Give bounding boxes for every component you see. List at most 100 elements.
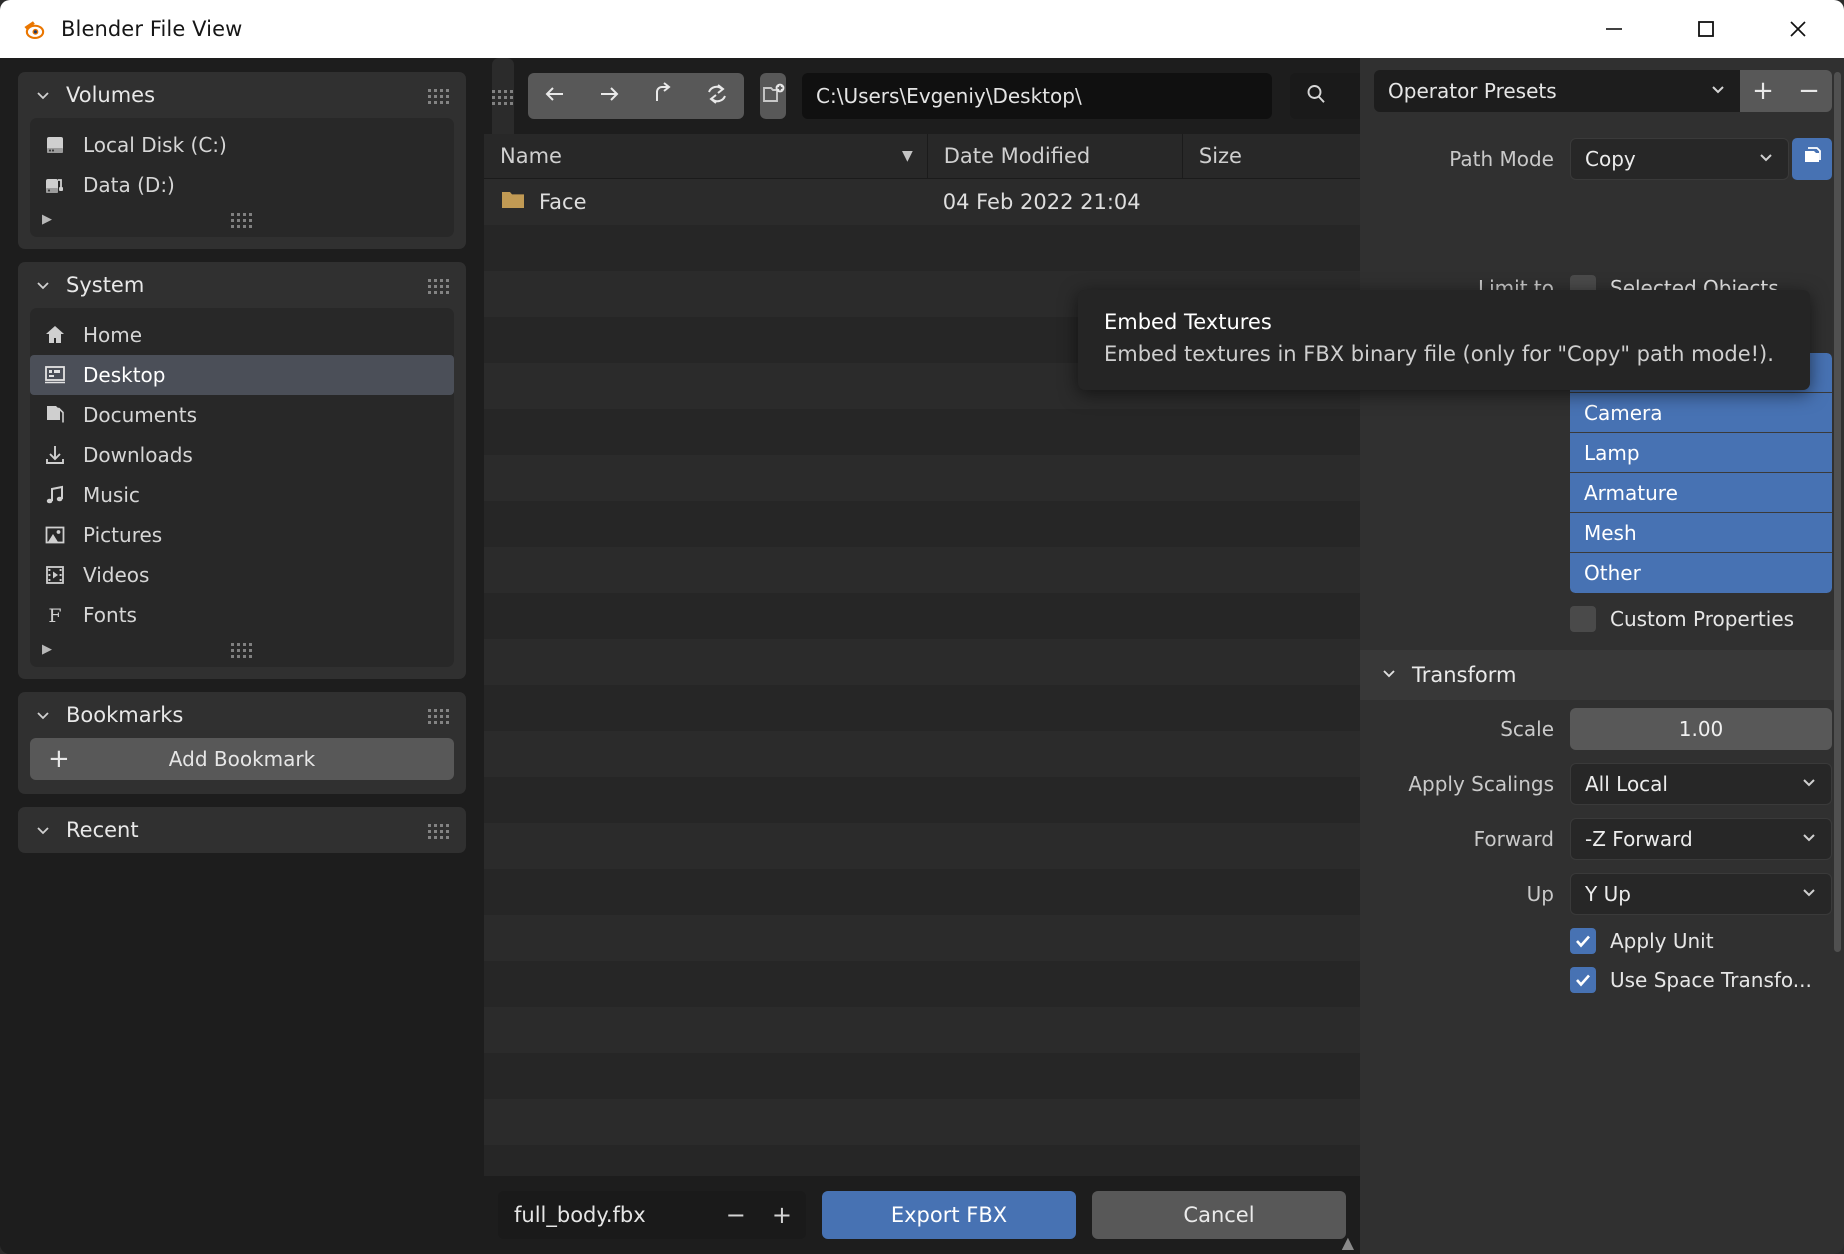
use-space-transform-row: Use Space Transfo... bbox=[1374, 967, 1832, 993]
refresh-button[interactable] bbox=[690, 73, 744, 119]
apply-unit-label: Apply Unit bbox=[1610, 929, 1714, 953]
close-button[interactable] bbox=[1752, 0, 1844, 58]
title-bar: Blender File View bbox=[0, 0, 1844, 58]
parent-directory-button[interactable] bbox=[636, 73, 690, 119]
transform-section-header[interactable]: Transform bbox=[1360, 650, 1844, 700]
music-note-icon bbox=[42, 482, 68, 508]
panel-bookmarks: Bookmarks + Add Bookmark bbox=[18, 692, 466, 794]
sidebar-item-data-d[interactable]: Data (D:) bbox=[30, 165, 454, 205]
resize-grip-icon[interactable] bbox=[231, 213, 253, 226]
sidebar-item-desktop[interactable]: Desktop bbox=[30, 355, 454, 395]
increment-button[interactable]: + bbox=[772, 1203, 792, 1227]
title-bar-left: Blender File View bbox=[0, 16, 242, 42]
expand-triangle-icon[interactable]: ▶ bbox=[42, 213, 52, 226]
sidebar-item-local-disk-c[interactable]: Local Disk (C:) bbox=[30, 125, 454, 165]
scale-slider[interactable]: 1.00 bbox=[1570, 708, 1832, 750]
embed-textures-toggle[interactable] bbox=[1792, 138, 1832, 180]
drag-grip-icon[interactable] bbox=[428, 824, 450, 837]
add-bookmark-label: Add Bookmark bbox=[30, 747, 454, 771]
column-header-date-modified[interactable]: Date Modified bbox=[927, 134, 1182, 178]
sidebar-item-label: Music bbox=[83, 483, 140, 507]
table-row[interactable]: Face 04 Feb 2022 21:04 bbox=[484, 179, 1360, 225]
object-type-camera[interactable]: Camera bbox=[1570, 393, 1832, 433]
apply-scalings-dropdown[interactable]: All Local bbox=[1570, 763, 1832, 805]
table-row-empty bbox=[484, 1053, 1360, 1099]
sidebar-item-documents[interactable]: Documents bbox=[30, 395, 454, 435]
hard-drive-icon bbox=[42, 132, 68, 158]
download-icon bbox=[42, 442, 68, 468]
sidebar-item-videos[interactable]: Videos bbox=[30, 555, 454, 595]
operator-presets-dropdown[interactable]: Operator Presets bbox=[1374, 70, 1740, 112]
sidebar-item-home[interactable]: Home bbox=[30, 315, 454, 355]
blender-file-view-window: Blender File View Volumes bbox=[0, 0, 1844, 1254]
drag-grip-icon[interactable] bbox=[428, 709, 450, 722]
table-row-empty bbox=[484, 869, 1360, 915]
object-type-armature[interactable]: Armature bbox=[1570, 473, 1832, 513]
volumes-header[interactable]: Volumes bbox=[18, 72, 466, 118]
forward-button[interactable] bbox=[582, 73, 636, 119]
table-row-empty bbox=[484, 1145, 1360, 1176]
filename-input[interactable]: full_body.fbx − + bbox=[498, 1191, 806, 1239]
custom-properties-checkbox[interactable] bbox=[1570, 606, 1596, 632]
add-bookmark-button[interactable]: + Add Bookmark bbox=[30, 738, 454, 780]
sidebar-item-music[interactable]: Music bbox=[30, 475, 454, 515]
system-header[interactable]: System bbox=[18, 262, 466, 308]
maximize-button[interactable] bbox=[1660, 0, 1752, 58]
table-row-empty bbox=[484, 823, 1360, 869]
file-name-cell: Face bbox=[484, 189, 927, 216]
up-dropdown[interactable]: Y Up bbox=[1570, 873, 1832, 915]
table-row-empty bbox=[484, 639, 1360, 685]
table-row-empty bbox=[484, 1099, 1360, 1145]
table-row-empty bbox=[484, 547, 1360, 593]
window-title: Blender File View bbox=[61, 17, 242, 41]
toolbar-grip-icon[interactable] bbox=[492, 58, 514, 134]
sidebar-item-label: Desktop bbox=[83, 363, 165, 387]
object-type-other[interactable]: Other bbox=[1570, 553, 1832, 593]
decrement-button[interactable]: − bbox=[726, 1203, 746, 1227]
recent-title: Recent bbox=[66, 818, 139, 842]
apply-unit-checkbox[interactable] bbox=[1570, 928, 1596, 954]
chevron-down-icon bbox=[34, 86, 52, 104]
object-type-lamp[interactable]: Lamp bbox=[1570, 433, 1832, 473]
drag-grip-icon[interactable] bbox=[428, 279, 450, 292]
export-fbx-button[interactable]: Export FBX bbox=[822, 1191, 1076, 1239]
add-preset-button[interactable]: + bbox=[1740, 70, 1786, 112]
use-space-transform-checkbox[interactable] bbox=[1570, 967, 1596, 993]
new-folder-button[interactable] bbox=[760, 73, 786, 119]
apply-scalings-label: Apply Scalings bbox=[1374, 772, 1570, 796]
up-label: Up bbox=[1374, 882, 1570, 906]
forward-dropdown[interactable]: -Z Forward bbox=[1570, 818, 1832, 860]
properties-scrollbar[interactable] bbox=[1834, 72, 1841, 952]
cancel-button[interactable]: Cancel bbox=[1092, 1191, 1346, 1239]
documents-icon bbox=[42, 402, 68, 428]
table-row-empty bbox=[484, 225, 1360, 271]
sidebar-item-downloads[interactable]: Downloads bbox=[30, 435, 454, 475]
path-mode-label: Path Mode bbox=[1374, 147, 1570, 171]
path-mode-row: Path Mode Copy bbox=[1374, 138, 1832, 180]
expand-triangle-icon[interactable]: ▶ bbox=[42, 643, 52, 656]
volumes-title: Volumes bbox=[66, 83, 155, 107]
tooltip-body: Embed textures in FBX binary file (only … bbox=[1104, 342, 1784, 366]
drag-grip-icon[interactable] bbox=[428, 89, 450, 102]
minimize-button[interactable] bbox=[1568, 0, 1660, 58]
back-button[interactable] bbox=[528, 73, 582, 119]
chevron-down-icon bbox=[1380, 663, 1398, 687]
object-type-mesh[interactable]: Mesh bbox=[1570, 513, 1832, 553]
table-row-empty bbox=[484, 731, 1360, 777]
resize-grip-icon[interactable] bbox=[231, 643, 253, 656]
table-row-empty bbox=[484, 1007, 1360, 1053]
path-mode-dropdown[interactable]: Copy bbox=[1570, 138, 1789, 180]
column-header-name[interactable]: Name ▼ bbox=[484, 134, 927, 178]
column-header-size[interactable]: Size bbox=[1182, 134, 1360, 178]
operator-presets-row: Operator Presets + − bbox=[1374, 70, 1832, 112]
chevron-up-icon[interactable]: ▲ bbox=[1342, 1233, 1354, 1252]
file-name: Face bbox=[539, 190, 587, 214]
path-input[interactable]: C:\Users\Evgeniy\Desktop\ bbox=[802, 73, 1272, 119]
sidebar-item-pictures[interactable]: Pictures bbox=[30, 515, 454, 555]
recent-header[interactable]: Recent bbox=[18, 807, 466, 853]
remove-preset-button[interactable]: − bbox=[1786, 70, 1832, 112]
scale-row: Scale 1.00 bbox=[1374, 708, 1832, 750]
chevron-down-icon bbox=[1799, 827, 1819, 852]
bookmarks-header[interactable]: Bookmarks bbox=[18, 692, 466, 738]
sidebar-item-fonts[interactable]: F Fonts bbox=[30, 595, 454, 635]
